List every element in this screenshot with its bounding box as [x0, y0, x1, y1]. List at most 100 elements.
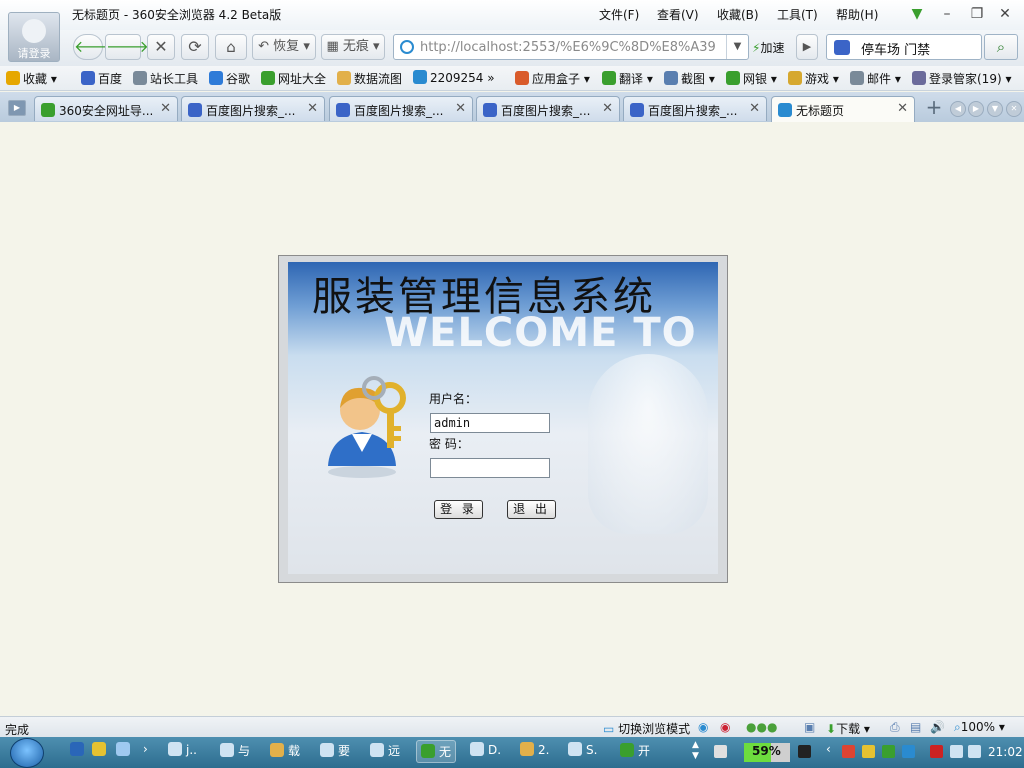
- maximize-button[interactable]: ❐: [966, 4, 988, 24]
- username-input[interactable]: admin: [430, 413, 550, 433]
- volume-icon[interactable]: 🔊: [930, 720, 945, 734]
- taskbar-item-8[interactable]: 2.: [520, 742, 549, 757]
- tab-close-icon[interactable]: ✕: [897, 101, 908, 116]
- tab-baidu-images-4[interactable]: 百度图片搜索_... ✕: [623, 96, 767, 121]
- tab-close-icon[interactable]: ✕: [455, 101, 466, 116]
- tab-baidu-images-3[interactable]: 百度图片搜索_... ✕: [476, 96, 620, 121]
- address-bar[interactable]: http://localhost:2553/%E6%9C%8D%E8%A39 ▼: [393, 34, 749, 60]
- new-tab-button[interactable]: +: [922, 97, 946, 119]
- sidebar-toggle-icon[interactable]: ▶: [8, 100, 26, 116]
- tray-ati-icon[interactable]: [930, 745, 943, 758]
- close-window-button[interactable]: ✕: [994, 4, 1016, 24]
- page-icon[interactable]: ▤: [910, 720, 921, 734]
- switch-mode-button[interactable]: ▭ 切换浏览模式: [603, 720, 690, 737]
- close-all-tabs-icon[interactable]: ✕: [1006, 101, 1022, 117]
- battery-indicator[interactable]: 59%: [744, 743, 790, 762]
- tray-qq-icon[interactable]: [862, 745, 875, 758]
- incognito-button[interactable]: ▦ 无痕 ▾: [321, 34, 385, 60]
- forward-button[interactable]: 🡒▾: [105, 34, 157, 60]
- taskbar-item-10[interactable]: 开: [620, 742, 650, 759]
- ie-mode-icon[interactable]: ◉: [698, 720, 708, 734]
- tab-scroll-right-icon[interactable]: ▶: [968, 101, 984, 117]
- tray-network-icon[interactable]: [902, 745, 915, 758]
- quicklaunch-360-icon[interactable]: [92, 742, 110, 757]
- bookmark-screenshot[interactable]: 截图 ▾: [664, 70, 715, 87]
- download-button[interactable]: ⬇下载 ▾: [826, 720, 870, 737]
- bookmark-google[interactable]: 谷歌: [209, 70, 250, 87]
- stop-button[interactable]: ✕: [147, 34, 175, 60]
- taskbar-item-9[interactable]: S.: [568, 742, 597, 757]
- tab-scroll-left-icon[interactable]: ◀: [950, 101, 966, 117]
- bookmark-translate[interactable]: 翻译 ▾: [602, 70, 653, 87]
- speed-button[interactable]: ⚡加速: [752, 39, 784, 56]
- menu-file[interactable]: 文件(F): [599, 6, 639, 23]
- print-icon[interactable]: ⎙: [890, 720, 900, 735]
- home-button[interactable]: ⌂: [215, 34, 247, 60]
- refresh-button[interactable]: ⟳: [181, 34, 209, 60]
- bookmark-login-manager[interactable]: 登录管家(19) ▾: [912, 70, 1011, 87]
- security-icon[interactable]: ◉: [720, 720, 730, 734]
- taskbar-item-7[interactable]: D.: [470, 742, 501, 757]
- bookmark-bank[interactable]: 网银 ▾: [726, 70, 777, 87]
- tray-expand-icon[interactable]: ‹: [826, 742, 831, 756]
- skin-icon[interactable]: ▼: [906, 4, 928, 24]
- start-button[interactable]: [10, 738, 44, 768]
- bookmark-app-box[interactable]: 应用盒子 ▾: [515, 70, 590, 87]
- user-avatar[interactable]: 请登录: [8, 12, 60, 62]
- bookmark-mail[interactable]: 邮件 ▾: [850, 70, 901, 87]
- tray-360-icon[interactable]: [882, 745, 895, 758]
- taskbar-item-3[interactable]: 载: [270, 742, 300, 759]
- menu-tools[interactable]: 工具(T): [777, 6, 818, 23]
- quicklaunch-desktop-icon[interactable]: [70, 742, 88, 757]
- zoom-control[interactable]: ⌕100% ▾: [954, 720, 1005, 735]
- bookmark-dataflow[interactable]: 数据流图: [337, 70, 402, 87]
- password-input[interactable]: [430, 458, 550, 478]
- tab-untitled[interactable]: 无标题页 ✕: [771, 96, 915, 122]
- quicklaunch-ie-icon[interactable]: [116, 742, 134, 757]
- tray-wifi-icon[interactable]: [950, 745, 963, 758]
- taskbar-item-1[interactable]: j..: [168, 742, 197, 757]
- keyboard-icon[interactable]: [714, 745, 727, 758]
- menu-help[interactable]: 帮助(H): [836, 6, 878, 23]
- address-input[interactable]: http://localhost:2553/%E6%9C%8D%E8%A39: [420, 40, 720, 55]
- tab-list-icon[interactable]: ▼: [987, 101, 1003, 117]
- restore-button[interactable]: ↶ 恢复 ▾: [252, 34, 316, 60]
- menu-view[interactable]: 查看(V): [657, 6, 699, 23]
- bookmark-webmaster[interactable]: 站长工具: [133, 70, 198, 87]
- tray-security-icon[interactable]: [842, 745, 855, 758]
- address-dropdown-icon[interactable]: ▼: [726, 35, 748, 59]
- bookmark-site-directory[interactable]: 网址大全: [261, 70, 326, 87]
- play-icon[interactable]: ▶: [796, 34, 818, 60]
- exit-button[interactable]: 退 出: [507, 500, 556, 519]
- bookmark-games[interactable]: 游戏 ▾: [788, 70, 839, 87]
- menu-favorites[interactable]: 收藏(B): [717, 6, 759, 23]
- bookmark-label: 2209254: [430, 71, 484, 85]
- tab-close-icon[interactable]: ✕: [602, 101, 613, 116]
- tab-baidu-images-2[interactable]: 百度图片搜索_... ✕: [329, 96, 473, 121]
- minimize-button[interactable]: –: [936, 4, 958, 24]
- taskbar-item-2[interactable]: 与: [220, 742, 250, 759]
- tab-close-icon[interactable]: ✕: [160, 101, 171, 116]
- search-button[interactable]: ⌕: [984, 34, 1018, 60]
- taskbar-scroll-icon[interactable]: ▲ ▼: [692, 740, 699, 762]
- login-button[interactable]: 登 录: [434, 500, 483, 519]
- quicklaunch-expand-icon[interactable]: ›: [143, 742, 148, 756]
- tray-volume-icon[interactable]: [968, 745, 981, 758]
- bookmark-baidu[interactable]: 百度: [81, 70, 122, 87]
- vertical-scrollbar[interactable]: [1011, 122, 1024, 716]
- tab-close-icon[interactable]: ✕: [749, 101, 760, 116]
- plug-icon[interactable]: [798, 745, 811, 758]
- tab-baidu-images-1[interactable]: 百度图片搜索_... ✕: [181, 96, 325, 121]
- taskbar-item-5[interactable]: 远: [370, 742, 400, 759]
- search-input[interactable]: 停车场 门禁: [861, 39, 930, 58]
- toggle-pills-icon[interactable]: ●●●: [746, 720, 777, 734]
- back-button[interactable]: 🡐: [73, 34, 117, 60]
- bookmark-2209254[interactable]: 2209254 »: [413, 70, 495, 85]
- search-box[interactable]: 停车场 门禁: [826, 34, 982, 60]
- taskbar-item-6[interactable]: 无: [416, 740, 457, 763]
- tab-360-nav[interactable]: 360安全网址导... ✕: [34, 96, 178, 121]
- taskbar-item-4[interactable]: 要: [320, 742, 350, 759]
- tab-close-icon[interactable]: ✕: [307, 101, 318, 116]
- bookmark-favorites[interactable]: 收藏 ▾: [6, 70, 57, 87]
- screenshot-icon[interactable]: ▣: [804, 720, 815, 734]
